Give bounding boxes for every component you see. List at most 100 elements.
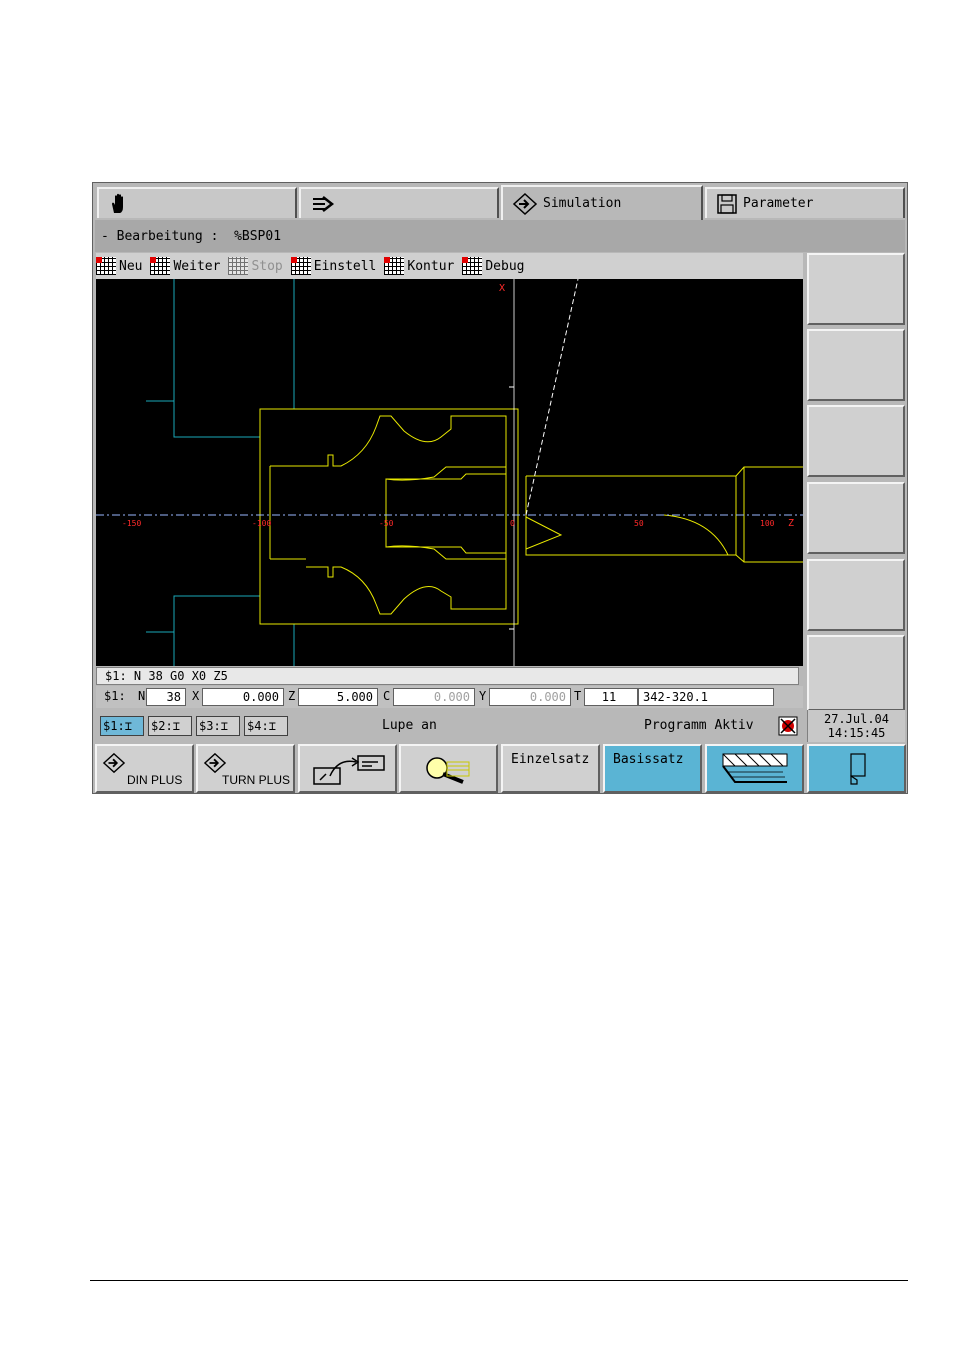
- channel-3-button[interactable]: $3:⌶: [196, 716, 240, 736]
- floppy-disk-icon: [717, 193, 737, 214]
- x-label: X: [192, 689, 200, 703]
- turn-plus-label: TURN PLUS: [222, 773, 291, 787]
- grid-icon: [462, 257, 483, 275]
- contour-display-button[interactable]: [705, 744, 804, 793]
- date-time-display: 27.Jul.04 14:15:45: [807, 710, 905, 742]
- turn-plus-button[interactable]: TURN PLUS: [196, 744, 295, 793]
- channel-label: $1:: [104, 689, 126, 703]
- z-value: 5.000: [298, 688, 378, 706]
- softkey-6[interactable]: [807, 635, 905, 711]
- workpiece-contour: [259, 408, 519, 625]
- din-plus-button[interactable]: DIN PLUS: [95, 744, 194, 793]
- grid-icon: [384, 257, 405, 275]
- grid-icon: [150, 257, 171, 275]
- axis-x-label: X: [499, 283, 505, 294]
- channel-4-button[interactable]: $4:⌶: [244, 716, 288, 736]
- softkey-2[interactable]: [807, 329, 905, 401]
- tool-view-button[interactable]: [807, 744, 906, 793]
- n-label: N: [138, 689, 146, 703]
- softkey-1[interactable]: [807, 253, 905, 325]
- magnifier-button[interactable]: [399, 744, 498, 793]
- menu-stop-label: Stop: [251, 258, 283, 274]
- channel-1-button[interactable]: $1:⌶: [100, 716, 144, 736]
- z-label: Z: [288, 689, 296, 703]
- einzelsatz-label: Einzelsatz: [511, 752, 590, 767]
- channel-4-label: $4:: [247, 719, 269, 733]
- menu-kontur-label: Kontur: [407, 258, 455, 274]
- status-dash: -: [101, 228, 109, 244]
- z-tick-label: -100: [252, 519, 271, 528]
- hand-icon: [112, 193, 123, 213]
- channel-1-label: $1:: [103, 719, 125, 733]
- bottom-softkey-bar: DIN PLUS TURN PLUS Einzelsatz Basissatz: [93, 744, 907, 793]
- axis-z-label: Z: [788, 518, 794, 529]
- z-tick-label: 50: [634, 519, 644, 528]
- magnifier-icon: [426, 757, 470, 784]
- tab-manual[interactable]: [97, 187, 297, 218]
- menu-neu[interactable]: Neu: [96, 257, 142, 275]
- c-value: 0.000: [393, 688, 475, 706]
- c-label: C: [383, 689, 391, 703]
- nc-block-display: $1: N 38 G0 X0 Z5: [96, 667, 799, 685]
- menu-kontur[interactable]: Kontur: [384, 257, 454, 275]
- chuck-outline: [146, 279, 295, 666]
- simulation-graphic: X Z -150 -100 -50 0 50 100: [96, 279, 803, 666]
- grid-icon: [228, 257, 249, 275]
- position-field-row: $1: N 38 X 0.000 Z 5.000 C 0.000 Y 0.000…: [96, 686, 803, 708]
- softkey-4[interactable]: [807, 482, 905, 554]
- n-value: 38: [146, 688, 186, 706]
- tool-icon: [850, 753, 866, 785]
- processing-status-bar: - Bearbeitung : %BSP01: [95, 220, 905, 252]
- menu-debug[interactable]: Debug: [462, 257, 525, 275]
- menu-weiter[interactable]: Weiter: [150, 257, 220, 275]
- program-name: %BSP01: [234, 228, 282, 244]
- tab-parameter[interactable]: Parameter: [705, 187, 905, 218]
- window-transfer-button[interactable]: [298, 744, 397, 793]
- zoom-status: Lupe an: [382, 718, 437, 733]
- t-value: 11: [584, 688, 638, 706]
- tab-automatic[interactable]: [299, 187, 499, 218]
- y-label: Y: [479, 689, 487, 703]
- tab-simulation-label: Simulation: [543, 196, 622, 211]
- softkey-5[interactable]: [807, 559, 905, 631]
- menu-stop[interactable]: Stop: [228, 257, 283, 275]
- grid-icon: [290, 257, 311, 275]
- program-active-icon: [778, 716, 798, 736]
- tab-simulation[interactable]: Simulation: [501, 185, 703, 220]
- basissatz-button[interactable]: Basissatz: [603, 744, 702, 793]
- einzelsatz-button[interactable]: Einzelsatz: [501, 744, 600, 793]
- menu-weiter-label: Weiter: [173, 258, 221, 274]
- y-value: 0.000: [489, 688, 571, 706]
- cnc-screen: Simulation Parameter - Bearbeitung : %BS…: [92, 182, 908, 794]
- arrow-right-icon: [313, 195, 335, 212]
- channel-status-row: $1:⌶ $2:⌶ $3:⌶ $4:⌶ Lupe an Programm Akt…: [96, 710, 803, 742]
- softkey-3[interactable]: [807, 405, 905, 477]
- grid-icon: [96, 257, 116, 275]
- z-tick-label: 0: [510, 519, 515, 528]
- diamond-arrow-icon: [103, 752, 125, 774]
- status-label: Bearbeitung :: [116, 228, 219, 244]
- z-tick-label: -150: [122, 519, 141, 528]
- menu-neu-label: Neu: [119, 258, 143, 274]
- menu-einstell-label: Einstell: [313, 258, 377, 274]
- x-value: 0.000: [202, 688, 284, 706]
- time: 14:15:45: [827, 726, 886, 740]
- page-footer-rule: [90, 1280, 908, 1281]
- diamond-arrow-icon: [204, 752, 226, 774]
- right-softkey-panel: [807, 253, 905, 714]
- menu-einstell[interactable]: Einstell: [290, 257, 377, 275]
- window-transfer-icon: [313, 755, 385, 785]
- date: 27.Jul.04: [823, 712, 890, 726]
- z-tick-label: -50: [379, 519, 394, 528]
- t-label: T: [574, 689, 582, 703]
- simulation-view[interactable]: X Z -150 -100 -50 0 50 100: [96, 279, 803, 666]
- contour-stock-icon: [722, 753, 788, 783]
- channel-2-button[interactable]: $2:⌶: [148, 716, 192, 736]
- tool-path: [525, 279, 579, 516]
- diamond-arrow-icon: [513, 192, 537, 215]
- channel-2-label: $2:: [151, 719, 173, 733]
- z-tick-label: 100: [760, 519, 775, 528]
- tab-parameter-label: Parameter: [743, 196, 814, 211]
- simulation-menu-bar: Neu Weiter Stop Einstell Kontur Debug: [96, 253, 803, 279]
- menu-debug-label: Debug: [485, 258, 525, 274]
